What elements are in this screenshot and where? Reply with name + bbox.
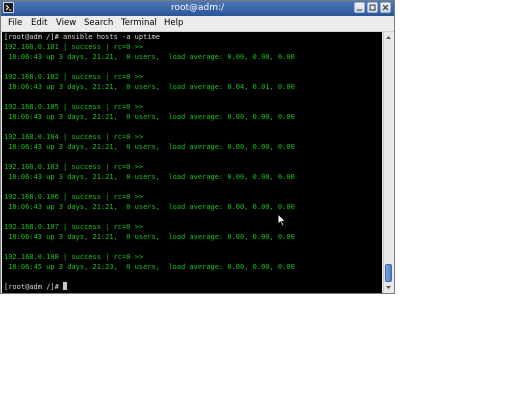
menu-search[interactable]: Search (84, 17, 113, 29)
text-cursor (63, 282, 68, 290)
menu-help[interactable]: Help (164, 17, 183, 29)
scroll-up-icon[interactable] (384, 33, 393, 42)
prompt-line: [root@adm /]# (4, 282, 68, 292)
prompt-line: [root@adm /]# ansible hosts -a uptime (4, 33, 160, 41)
maximize-icon (369, 4, 376, 11)
output-line: 192.168.0.107 | success | rc=0 >> (4, 223, 144, 231)
scroll-down-icon[interactable] (384, 283, 393, 292)
menu-view[interactable]: View (56, 17, 76, 29)
output-line: 10:06:43 up 3 days, 21:21, 0 users, load… (4, 83, 295, 91)
output-line: 192.168.0.108 | success | rc=0 >> (4, 253, 144, 261)
scrollbar-thumb[interactable] (385, 264, 392, 282)
window-title: root@adm:/ (170, 3, 225, 13)
menu-terminal[interactable]: Terminal (121, 17, 157, 29)
output-line: 192.168.0.105 | success | rc=0 >> (4, 103, 144, 111)
mouse-pointer-icon (277, 213, 287, 227)
output-line: 192.168.0.106 | success | rc=0 >> (4, 193, 144, 201)
output-line: 10:06:45 up 3 days, 21:23, 0 users, load… (4, 263, 295, 271)
output-line: 10:06:43 up 3 days, 21:21, 0 users, load… (4, 233, 295, 241)
output-line: 192.168.0.103 | success | rc=0 >> (4, 163, 144, 171)
menu-edit[interactable]: Edit (31, 17, 47, 29)
title-bar[interactable]: root@adm:/ (1, 1, 394, 16)
output-line: 192.168.0.104 | success | rc=0 >> (4, 133, 144, 141)
output-line: 10:06:43 up 3 days, 21:21, 0 users, load… (4, 143, 295, 151)
output-line: 192.168.0.101 | success | rc=0 >> (4, 43, 144, 51)
minimize-button[interactable] (354, 2, 365, 13)
output-line: 192.168.0.102 | success | rc=0 >> (4, 73, 144, 81)
close-button[interactable] (380, 2, 391, 13)
terminal-output[interactable]: [root@adm /]# ansible hosts -a uptime 192… (2, 32, 382, 293)
output-line: 10:06:43 up 3 days, 21:21, 0 users, load… (4, 113, 295, 121)
terminal-window: root@adm:/ File Edit View Search Termina… (0, 0, 395, 294)
minimize-icon (357, 9, 362, 11)
vertical-scrollbar[interactable] (383, 32, 393, 293)
menu-file[interactable]: File (8, 17, 22, 29)
output-line: 10:06:43 up 3 days, 21:21, 0 users, load… (4, 53, 295, 61)
output-line: 10:06:43 up 3 days, 21:21, 0 users, load… (4, 173, 295, 181)
menu-bar: File Edit View Search Terminal Help (1, 16, 394, 32)
maximize-button[interactable] (367, 2, 378, 13)
output-line: 10:06:43 up 3 days, 21:21, 0 users, load… (4, 203, 295, 211)
close-icon (382, 4, 389, 11)
